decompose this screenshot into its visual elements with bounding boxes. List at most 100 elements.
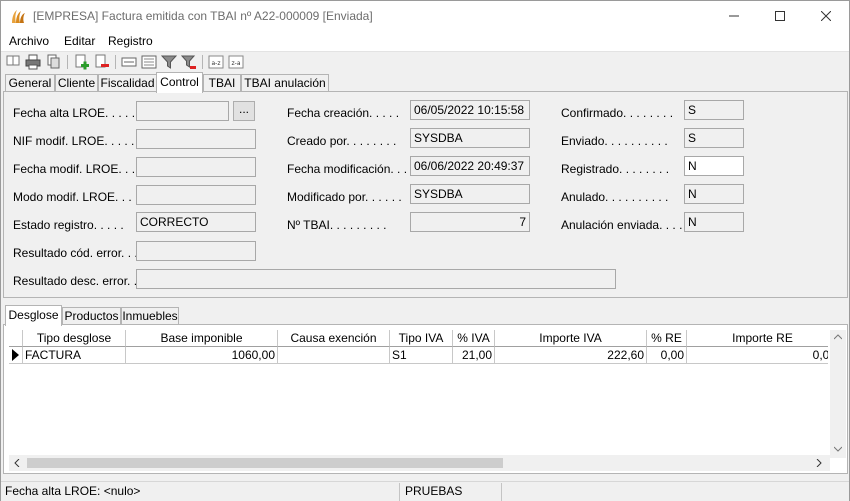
print-icon[interactable]: [25, 54, 41, 70]
label-modificado-por: Modificado por. . . . . .: [287, 190, 402, 204]
app-logo-icon: [12, 10, 25, 23]
col-importe-iva[interactable]: Importe IVA: [495, 330, 647, 347]
resultado-cod-error-field[interactable]: [136, 241, 256, 261]
modificado-por-field[interactable]: SYSDBA: [410, 184, 530, 204]
tab-cliente[interactable]: Cliente: [55, 74, 98, 92]
clear-filter-icon[interactable]: [181, 54, 197, 70]
confirmado-field[interactable]: S: [684, 100, 744, 120]
scroll-right-icon[interactable]: [816, 459, 822, 467]
grid-horizontal-scrollbar[interactable]: [9, 455, 830, 471]
fecha-alta-lroe-field[interactable]: [136, 101, 229, 121]
creado-por-field[interactable]: SYSDBA: [410, 128, 530, 148]
copy-icon[interactable]: [45, 54, 61, 70]
label-estado-registro: Estado registro. . . . .: [13, 218, 124, 232]
label-enviado: Enviado. . . . . . . . . .: [561, 134, 668, 148]
anulacion-enviada-field[interactable]: N: [684, 212, 744, 232]
grid-vertical-scrollbar[interactable]: [830, 330, 846, 458]
tab-inmuebles[interactable]: Inmuebles: [121, 307, 179, 325]
col-pct-iva[interactable]: % IVA: [453, 330, 495, 347]
label-fecha-creacion: Fecha creación. . . . .: [287, 106, 400, 120]
title-bar[interactable]: [EMPRESA] Factura emitida con TBAI nº A2…: [1, 1, 849, 31]
tab-control[interactable]: Control: [156, 72, 203, 93]
status-extra: [503, 482, 843, 501]
main-tabs: General Cliente Fiscalidad Control TBAI …: [1, 72, 849, 93]
label-fecha-modif-lroe: Fecha modif. LROE. . .: [13, 162, 136, 176]
cell-importe-re[interactable]: 0,00: [687, 347, 828, 364]
new-doc-icon[interactable]: [5, 54, 21, 70]
menu-editar[interactable]: Editar: [64, 34, 95, 48]
minimize-button[interactable]: [711, 1, 757, 31]
scroll-down-icon[interactable]: [834, 446, 842, 452]
svg-text:z-a: z-a: [232, 60, 241, 67]
resultado-desc-error-field[interactable]: [136, 269, 616, 289]
cell-importe-iva[interactable]: 222,60: [495, 347, 647, 364]
sort-asc-icon[interactable]: a-z: [208, 54, 224, 70]
filter-icon[interactable]: [161, 54, 177, 70]
label-n-tbai: Nº TBAI. . . . . . . . .: [287, 218, 387, 232]
cell-tipo-iva[interactable]: S1: [390, 347, 453, 364]
anulado-field[interactable]: N: [684, 184, 744, 204]
add-icon[interactable]: [74, 54, 90, 70]
row-pointer-icon: [12, 349, 19, 361]
tab-fiscalidad[interactable]: Fiscalidad: [98, 74, 157, 92]
label-nif-modif-lroe: NIF modif. LROE. . . . .: [13, 134, 135, 148]
tab-tbai-anulacion[interactable]: TBAI anulación: [241, 74, 329, 92]
fecha-modificacion-field[interactable]: 06/06/2022 20:49:37: [410, 156, 530, 176]
horizontal-scroll-thumb[interactable]: [27, 458, 503, 468]
cell-pct-iva[interactable]: 21,00: [453, 347, 495, 364]
control-panel: Fecha alta LROE. . . . . NIF modif. LROE…: [3, 91, 848, 298]
desglose-grid[interactable]: Tipo desglose Base imponible Causa exenc…: [9, 330, 828, 463]
desglose-grid-panel: Tipo desglose Base imponible Causa exenc…: [3, 324, 848, 474]
fecha-alta-lroe-picker-button[interactable]: ...: [233, 101, 255, 121]
status-divider: [501, 483, 502, 501]
scroll-left-icon[interactable]: [14, 459, 20, 467]
tab-tbai[interactable]: TBAI: [203, 74, 241, 92]
scroll-up-icon[interactable]: [834, 334, 842, 340]
label-anulacion-enviada: Anulación enviada. . . .: [561, 218, 683, 232]
tab-general[interactable]: General: [5, 74, 55, 92]
maximize-button[interactable]: [757, 1, 803, 31]
label-resultado-cod-error: Resultado cód. error. . .: [13, 246, 138, 260]
minimize-icon: [729, 15, 739, 17]
cell-base-imponible[interactable]: 1060,00: [126, 347, 278, 364]
cell-pct-re[interactable]: 0,00: [647, 347, 687, 364]
fecha-creacion-field[interactable]: 06/05/2022 10:15:58: [410, 100, 530, 120]
window: [EMPRESA] Factura emitida con TBAI nº A2…: [0, 0, 850, 501]
modo-modif-lroe-field[interactable]: [136, 185, 256, 205]
cell-tipo-desglose[interactable]: FACTURA: [23, 347, 126, 364]
menu-registro[interactable]: Registro: [108, 34, 153, 48]
list-icon[interactable]: [141, 54, 157, 70]
status-field-info: Fecha alta LROE: <nulo>: [5, 484, 141, 498]
enviado-field[interactable]: S: [684, 128, 744, 148]
n-tbai-field[interactable]: 7: [410, 212, 530, 232]
grid-header: Tipo desglose Base imponible Causa exenc…: [9, 330, 828, 347]
registrado-field[interactable]: N: [684, 156, 744, 176]
table-row[interactable]: FACTURA 1060,00 S1 21,00 222,60 0,00 0,0…: [9, 347, 828, 364]
label-fecha-modificacion: Fecha modificación. . .: [287, 162, 408, 176]
estado-registro-field[interactable]: CORRECTO: [136, 212, 256, 232]
row-indicator: [9, 347, 23, 364]
col-causa-exencion[interactable]: Causa exención: [278, 330, 390, 347]
sort-desc-icon[interactable]: z-a: [228, 54, 244, 70]
tab-productos[interactable]: Productos: [62, 307, 121, 325]
label-fecha-alta-lroe: Fecha alta LROE. . . . .: [13, 106, 136, 120]
label-resultado-desc-error: Resultado desc. error. .: [13, 274, 138, 288]
col-importe-re[interactable]: Importe RE: [687, 330, 828, 347]
col-pct-re[interactable]: % RE: [647, 330, 687, 347]
close-button[interactable]: [803, 1, 849, 31]
tab-desglose[interactable]: Desglose: [5, 305, 62, 326]
delete-icon[interactable]: [94, 54, 110, 70]
col-base-imponible[interactable]: Base imponible: [126, 330, 278, 347]
col-tipo-desglose[interactable]: Tipo desglose: [23, 330, 126, 347]
label-modo-modif-lroe: Modo modif. LROE. . . .: [13, 190, 139, 204]
label-confirmado: Confirmado. . . . . . . .: [561, 106, 674, 120]
svg-text:a-z: a-z: [212, 60, 221, 67]
fecha-modif-lroe-field[interactable]: [136, 157, 256, 177]
label-creado-por: Creado por. . . . . . . .: [287, 134, 397, 148]
nif-modif-lroe-field[interactable]: [136, 129, 256, 149]
col-tipo-iva[interactable]: Tipo IVA: [390, 330, 453, 347]
detail-tabs: Desglose Productos Inmuebles: [1, 305, 849, 326]
cell-causa-exencion[interactable]: [278, 347, 390, 364]
menu-archivo[interactable]: Archivo: [9, 34, 49, 48]
preview-icon[interactable]: [121, 54, 137, 70]
